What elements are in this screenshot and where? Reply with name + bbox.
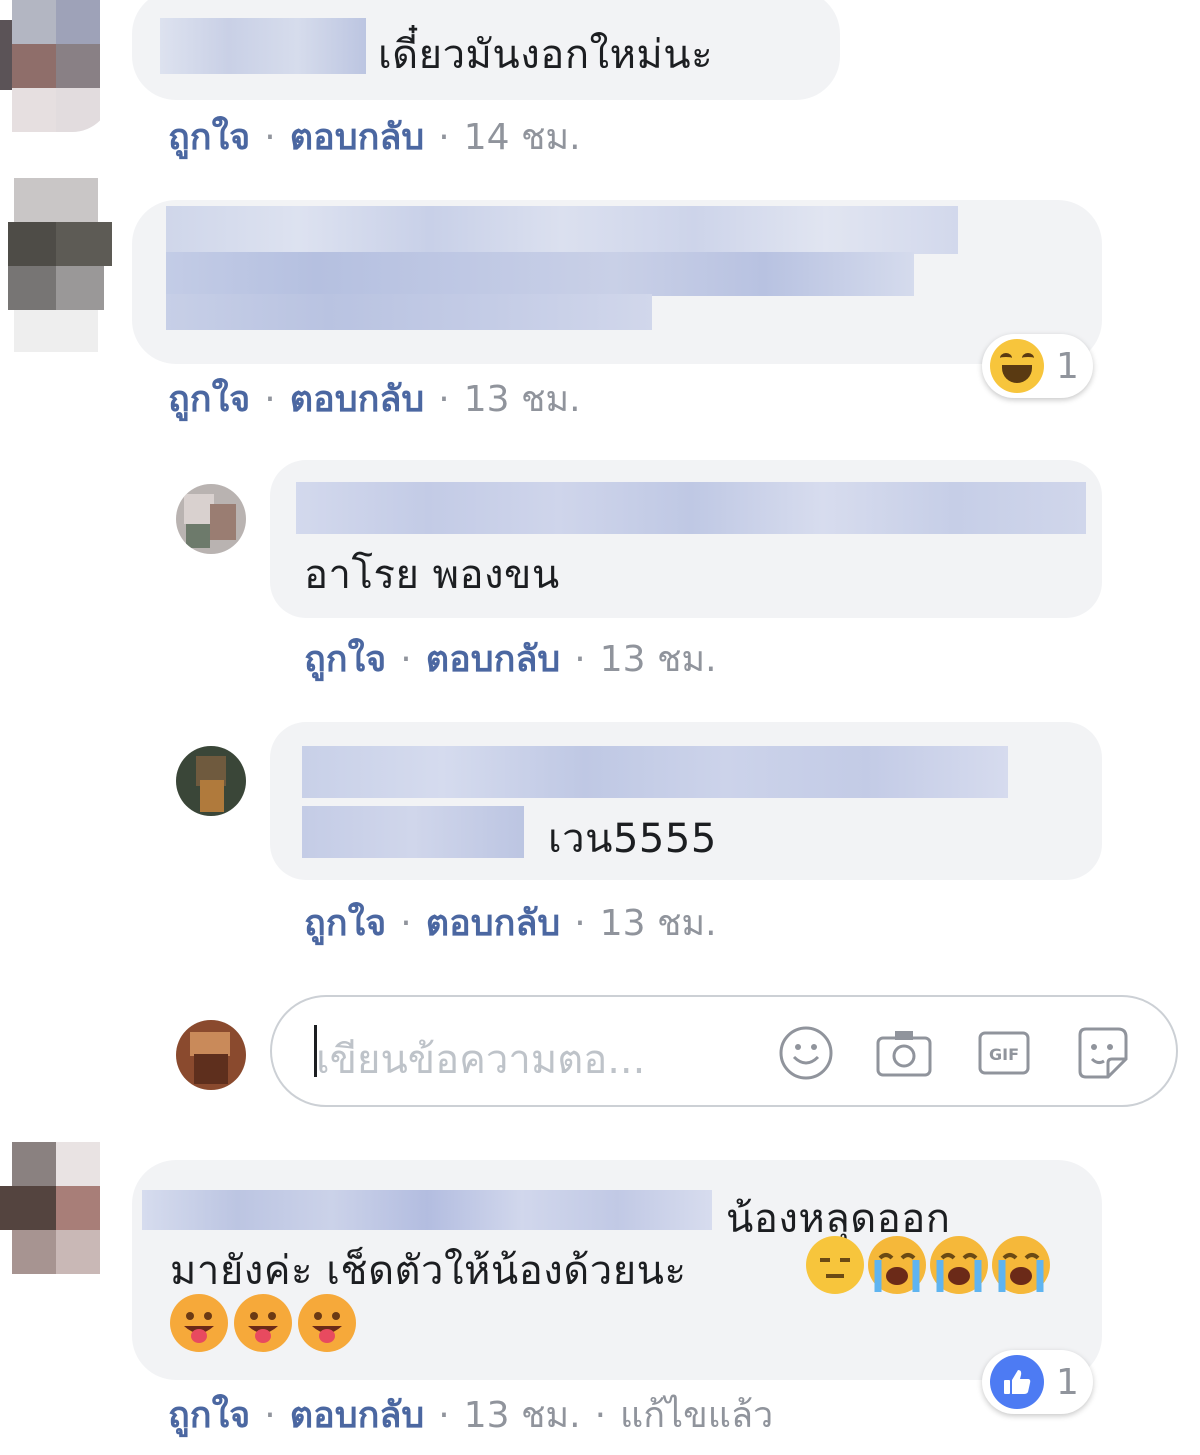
avatar[interactable] — [0, 0, 112, 132]
reaction-count[interactable]: 1 — [982, 1350, 1093, 1414]
redacted-comment-text — [166, 294, 652, 330]
redacted-author-name[interactable] — [302, 746, 1008, 798]
composer-placeholder: เขียนข้อความตอ... — [316, 1037, 646, 1083]
redacted-mention[interactable] — [302, 806, 524, 858]
avatar[interactable] — [176, 484, 246, 554]
timestamp[interactable]: 13 ชม. — [600, 639, 717, 680]
redacted-comment-text — [166, 206, 958, 254]
reply-text: เวน5555 — [548, 816, 717, 862]
comment-actions: ถูกใจ · ตอบกลับ · 14 ชม. — [168, 117, 581, 158]
avatar — [176, 1020, 246, 1090]
reply-actions: ถูกใจ · ตอบกลับ · 13 ชม. — [304, 639, 717, 680]
reaction-count[interactable]: 1 — [982, 334, 1093, 398]
sleepy-face-icon — [806, 1236, 864, 1294]
reply-link[interactable]: ตอบกลับ — [290, 117, 425, 158]
reaction-number: 1 — [1056, 1361, 1079, 1403]
redacted-comment-text — [166, 252, 914, 296]
smiley-icon[interactable] — [776, 1023, 836, 1083]
like-link[interactable]: ถูกใจ — [168, 1395, 250, 1436]
comment-actions: ถูกใจ · ตอบกลับ · 13 ชม. · แก้ไขแล้ว — [168, 1395, 774, 1436]
timestamp[interactable]: 14 ชม. — [464, 117, 581, 158]
avatar[interactable] — [176, 746, 246, 816]
tongue-face-icon — [170, 1294, 228, 1352]
reply-text: อาโรย พองขน — [304, 552, 560, 598]
like-link[interactable]: ถูกใจ — [168, 117, 250, 158]
redacted-author-name[interactable] — [142, 1190, 712, 1230]
crying-face-icon — [930, 1236, 988, 1294]
like-link[interactable]: ถูกใจ — [304, 639, 386, 680]
reply-composer[interactable]: เขียนข้อความตอ... GIF — [270, 995, 1178, 1107]
tongue-face-icon — [298, 1294, 356, 1352]
like-link[interactable]: ถูกใจ — [168, 379, 250, 420]
redacted-author-name[interactable] — [160, 18, 366, 74]
comment-actions: ถูกใจ · ตอบกลับ · 13 ชม. — [168, 379, 581, 420]
timestamp[interactable]: 13 ชม. — [464, 1395, 581, 1436]
avatar[interactable] — [0, 1142, 112, 1274]
camera-icon[interactable] — [874, 1023, 934, 1083]
comment-text: เดี๋ยวมันงอกใหม่นะ — [378, 32, 714, 78]
reply-actions: ถูกใจ · ตอบกลับ · 13 ชม. — [304, 903, 717, 944]
tongue-face-icon — [234, 1294, 292, 1352]
like-icon — [990, 1355, 1044, 1409]
crying-face-icon — [992, 1236, 1050, 1294]
edited-label[interactable]: แก้ไขแล้ว — [620, 1395, 773, 1436]
gif-label: GIF — [989, 1045, 1019, 1064]
reply-link[interactable]: ตอบกลับ — [426, 639, 561, 680]
sticker-icon[interactable] — [1072, 1023, 1132, 1083]
reaction-number: 1 — [1056, 345, 1079, 387]
timestamp[interactable]: 13 ชม. — [464, 379, 581, 420]
crying-face-icon — [868, 1236, 926, 1294]
like-link[interactable]: ถูกใจ — [304, 903, 386, 944]
gif-icon[interactable]: GIF — [974, 1023, 1034, 1083]
redacted-author-name[interactable] — [296, 482, 1086, 534]
comment-text-line2: มายังค่ะ เช็ดตัวให้น้องด้วยนะ — [170, 1248, 687, 1294]
reply-link[interactable]: ตอบกลับ — [426, 903, 561, 944]
timestamp[interactable]: 13 ชม. — [600, 903, 717, 944]
avatar[interactable] — [0, 178, 112, 352]
reply-link[interactable]: ตอบกลับ — [290, 1395, 425, 1436]
reply-link[interactable]: ตอบกลับ — [290, 379, 425, 420]
haha-icon — [990, 339, 1044, 393]
